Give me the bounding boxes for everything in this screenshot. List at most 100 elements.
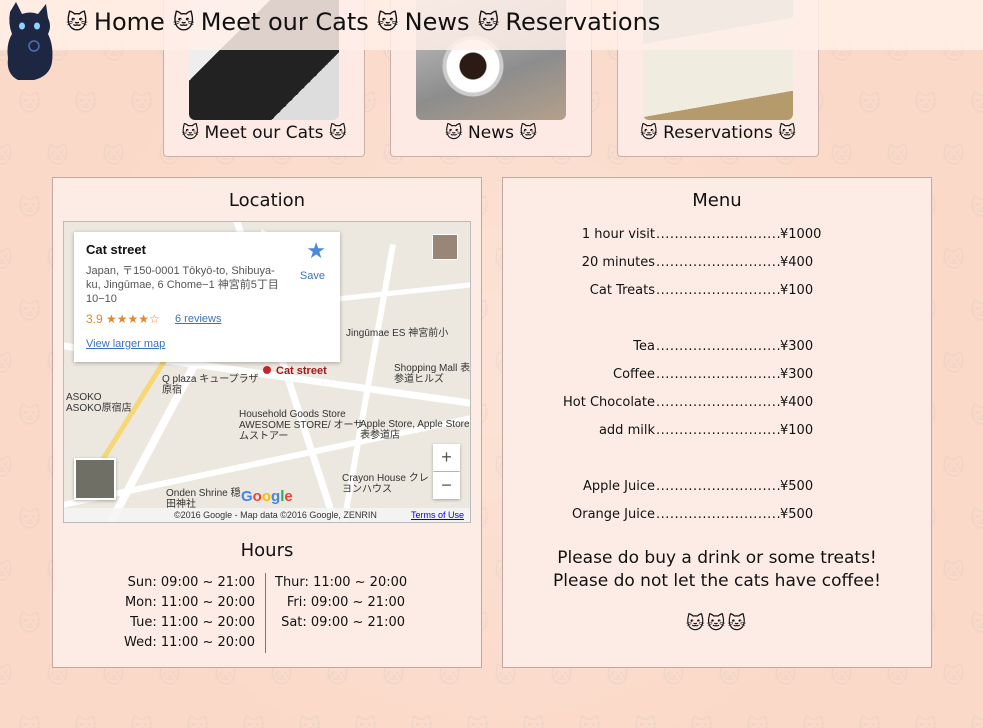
nav-home[interactable]: 🐱 Home bbox=[66, 8, 165, 36]
menu-item: Coffee..................................… bbox=[503, 365, 931, 385]
hours-left-column: Sun: 09:00 ~ 21:00 Mon: 11:00 ~ 20:00 Tu… bbox=[124, 573, 255, 653]
user-avatar[interactable] bbox=[432, 234, 458, 260]
cat-face-pattern-icon: 🐱 bbox=[970, 300, 983, 325]
map-pin-icon[interactable] bbox=[263, 366, 271, 374]
menu-leader-dots: ........................................ bbox=[656, 255, 780, 270]
cat-face-pattern-icon: 🐱 bbox=[0, 456, 13, 481]
menu-leader-dots: ........................................ bbox=[656, 339, 780, 354]
cat-face-pattern-icon: 🐱 bbox=[130, 92, 153, 117]
menu-item-price: ¥400 bbox=[780, 395, 814, 410]
hours-day: Mon: bbox=[124, 595, 157, 610]
cat-face-pattern-icon: 🐱 bbox=[942, 560, 965, 585]
satellite-toggle[interactable] bbox=[74, 458, 116, 500]
hours-row: Wed: 11:00 ~ 20:00 bbox=[124, 633, 255, 653]
hours-time: 09:00 ~ 21:00 bbox=[160, 575, 255, 590]
menu-item-price: ¥300 bbox=[780, 339, 814, 354]
star-icon[interactable]: ★ bbox=[306, 238, 326, 264]
card-caption: 🐱 Meet our Cats 🐱 bbox=[181, 123, 347, 143]
menu-item: add milk................................… bbox=[503, 421, 931, 441]
view-larger-map-link[interactable]: View larger map bbox=[86, 338, 165, 350]
menu-item-name: 20 minutes bbox=[581, 255, 655, 270]
menu-panel: Menu 1 hour visit.......................… bbox=[502, 177, 932, 668]
menu-leader-dots: ........................................ bbox=[656, 423, 780, 438]
cat-face-pattern-icon: 🐱 bbox=[18, 404, 41, 429]
cat-face-pattern-icon: 🐱 bbox=[886, 144, 909, 169]
menu-item-price: ¥500 bbox=[780, 479, 814, 494]
cat-icon: 🐱 bbox=[477, 10, 500, 34]
cat-face-pattern-icon: 🐱 bbox=[18, 612, 41, 637]
cat-face-pattern-icon: 🐱 bbox=[102, 144, 125, 169]
cat-logo[interactable] bbox=[4, 2, 56, 80]
card-caption: 🐱 News 🐱 bbox=[444, 123, 538, 143]
menu-item-name: Apple Juice bbox=[583, 479, 655, 494]
card-caption: 🐱 Reservations 🐱 bbox=[640, 123, 796, 143]
cat-face-pattern-icon: 🐱 bbox=[74, 716, 97, 728]
menu-item: Apple Juice.............................… bbox=[503, 477, 931, 497]
pin-label: Cat street bbox=[276, 365, 327, 377]
map-label: Crayon House クレヨンハウス bbox=[342, 473, 429, 495]
menu-item-name: Orange Juice bbox=[572, 507, 655, 522]
location-title: Location bbox=[228, 190, 306, 211]
menu-title: Menu bbox=[692, 190, 742, 211]
nav-meet-our-cats[interactable]: 🐱 Meet our Cats bbox=[173, 8, 369, 36]
cat-face-pattern-icon: 🐱 bbox=[970, 508, 983, 533]
cat-face-pattern-icon: 🐱 bbox=[0, 248, 13, 273]
cat-face-pattern-icon: 🐱 bbox=[18, 508, 41, 533]
menu-item: 1 hour visit............................… bbox=[503, 225, 931, 245]
hours-day: Tue: bbox=[130, 615, 157, 630]
zoom-in-button[interactable]: + bbox=[433, 444, 460, 471]
hours-day: Sat: bbox=[281, 615, 307, 630]
map-copyright: ©2016 Google - Map data ©2016 Google, ZE… bbox=[174, 510, 377, 520]
menu-item: Cat Treats..............................… bbox=[503, 281, 931, 301]
nav-reservations[interactable]: 🐱 Reservations bbox=[478, 8, 661, 36]
cat-face-pattern-icon: 🐱 bbox=[0, 144, 13, 169]
cat-face-pattern-icon: 🐱 bbox=[18, 196, 41, 221]
menu-leader-dots: ........................................ bbox=[656, 227, 780, 242]
map-footer: ©2016 Google - Map data ©2016 Google, ZE… bbox=[64, 508, 470, 522]
nav-meet-our-cats-label: Meet our Cats bbox=[200, 8, 369, 36]
nav-news[interactable]: 🐱 News bbox=[377, 8, 470, 36]
cat-face-pattern-icon: 🐱 bbox=[410, 716, 433, 728]
cat-face-pattern-icon: 🐱 bbox=[970, 92, 983, 117]
google-map[interactable]: Jingūmae ES 神宮前小 Shopping Mall 表参道ヒルズ Q … bbox=[63, 221, 471, 523]
place-info-card: Cat street Japan, 〒150-0001 Tōkyō-to, Sh… bbox=[74, 232, 340, 362]
cat-face-pattern-icon: 🐱 bbox=[634, 716, 657, 728]
cat-face-pattern-icon: 🐱 bbox=[970, 196, 983, 221]
hours-row: Tue: 11:00 ~ 20:00 bbox=[124, 613, 255, 633]
cat-face-pattern-icon: 🐱 bbox=[46, 144, 69, 169]
cat-icons-row: 🐱🐱🐱 bbox=[685, 613, 749, 634]
nav-links: 🐱 Home 🐱 Meet our Cats 🐱 News 🐱 Reservat… bbox=[66, 8, 660, 36]
terms-of-use-link[interactable]: Terms of Use bbox=[411, 510, 464, 520]
nav-reservations-label: Reservations bbox=[505, 8, 661, 36]
cat-face-pattern-icon: 🐱 bbox=[970, 404, 983, 429]
menu-item-price: ¥300 bbox=[780, 367, 814, 382]
place-rating: 3.9 ★★★★☆ bbox=[86, 312, 160, 326]
hours-time: 11:00 ~ 20:00 bbox=[160, 635, 255, 650]
cat-face-pattern-icon: 🐱 bbox=[942, 664, 965, 689]
cat-icon: 🐱 bbox=[172, 10, 195, 34]
hours-row: Mon: 11:00 ~ 20:00 bbox=[124, 593, 255, 613]
hours-row: Thur: 11:00 ~ 20:00 bbox=[275, 573, 407, 593]
reviews-link[interactable]: 6 reviews bbox=[175, 313, 221, 325]
menu-item-price: ¥100 bbox=[780, 283, 814, 298]
cat-face-pattern-icon: 🐱 bbox=[74, 92, 97, 117]
cat-icon: 🐱 bbox=[66, 10, 88, 34]
hours-row: Fri: 09:00 ~ 21:00 bbox=[275, 593, 405, 613]
hours-time: 11:00 ~ 20:00 bbox=[160, 595, 255, 610]
menu-leader-dots: ........................................ bbox=[656, 395, 780, 410]
menu-item-name: add milk bbox=[598, 423, 655, 438]
menu-item-price: ¥1000 bbox=[780, 227, 822, 242]
menu-leader-dots: ........................................ bbox=[656, 367, 780, 382]
hours-time: 09:00 ~ 21:00 bbox=[310, 615, 405, 630]
top-navigation: 🐱 Home 🐱 Meet our Cats 🐱 News 🐱 Reservat… bbox=[0, 0, 983, 50]
menu-item: 20 minutes..............................… bbox=[503, 253, 931, 273]
save-button[interactable]: Save bbox=[300, 270, 325, 282]
cat-face-pattern-icon: 🐱 bbox=[830, 144, 853, 169]
hours-time: 09:00 ~ 21:00 bbox=[310, 595, 405, 610]
cat-face-pattern-icon: 🐱 bbox=[970, 716, 983, 728]
hours-day: Wed: bbox=[124, 635, 157, 650]
cat-face-pattern-icon: 🐱 bbox=[130, 716, 153, 728]
zoom-out-button[interactable]: − bbox=[433, 472, 460, 499]
cat-face-pattern-icon: 🐱 bbox=[354, 716, 377, 728]
map-label: ASOKO ASOKO原宿店 bbox=[66, 392, 132, 414]
